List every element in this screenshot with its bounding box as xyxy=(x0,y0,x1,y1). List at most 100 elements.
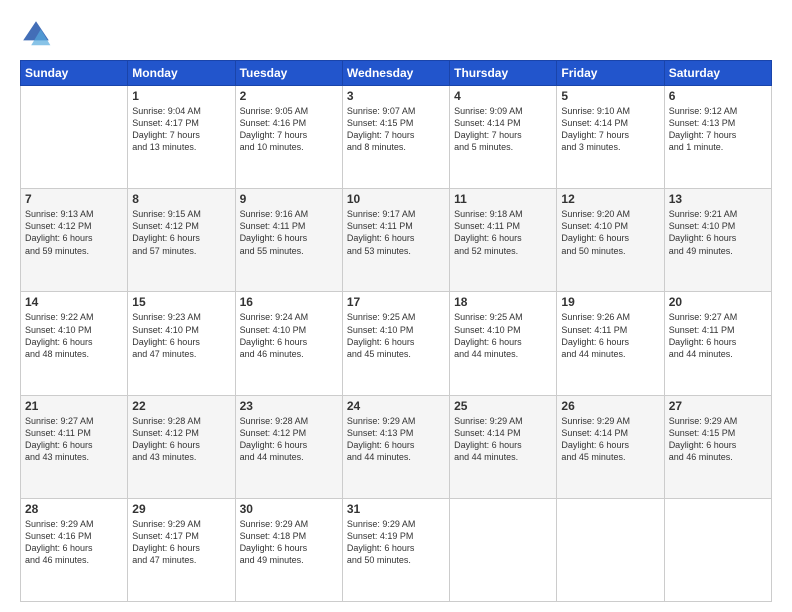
cell-info: Sunrise: 9:13 AM Sunset: 4:12 PM Dayligh… xyxy=(25,208,123,257)
day-number: 22 xyxy=(132,399,230,413)
day-number: 29 xyxy=(132,502,230,516)
calendar-cell: 6 Sunrise: 9:12 AM Sunset: 4:13 PM Daylig… xyxy=(664,86,771,189)
calendar-cell: 22Sunrise: 9:28 AM Sunset: 4:12 PM Dayli… xyxy=(128,395,235,498)
calendar-header-tuesday: Tuesday xyxy=(235,61,342,86)
day-number: 26 xyxy=(561,399,659,413)
cell-info: Sunrise: 9:29 AM Sunset: 4:13 PM Dayligh… xyxy=(347,415,445,464)
calendar-cell: 5 Sunrise: 9:10 AM Sunset: 4:14 PM Daylig… xyxy=(557,86,664,189)
calendar-week-row: 1 Sunrise: 9:04 AM Sunset: 4:17 PM Daylig… xyxy=(21,86,772,189)
cell-info: Sunrise: 9:18 AM Sunset: 4:11 PM Dayligh… xyxy=(454,208,552,257)
cell-info: Sunrise: 9:25 AM Sunset: 4:10 PM Dayligh… xyxy=(347,311,445,360)
cell-info: Sunrise: 9:29 AM Sunset: 4:14 PM Dayligh… xyxy=(454,415,552,464)
cell-info: Sunrise: 9:29 AM Sunset: 4:18 PM Dayligh… xyxy=(240,518,338,567)
calendar-cell: 30Sunrise: 9:29 AM Sunset: 4:18 PM Dayli… xyxy=(235,498,342,601)
calendar-cell: 23 Sunrise: 9:28 AM Sunset: 4:12 PM Dayli… xyxy=(235,395,342,498)
calendar-cell xyxy=(450,498,557,601)
cell-info: Sunrise: 9:29 AM Sunset: 4:15 PM Dayligh… xyxy=(669,415,767,464)
day-number: 5 xyxy=(561,89,659,103)
calendar-cell: 29Sunrise: 9:29 AM Sunset: 4:17 PM Dayli… xyxy=(128,498,235,601)
cell-info: Sunrise: 9:07 AM Sunset: 4:15 PM Dayligh… xyxy=(347,105,445,154)
day-number: 12 xyxy=(561,192,659,206)
cell-info: Sunrise: 9:24 AM Sunset: 4:10 PM Dayligh… xyxy=(240,311,338,360)
calendar-cell: 19Sunrise: 9:26 AM Sunset: 4:11 PM Dayli… xyxy=(557,292,664,395)
day-number: 6 xyxy=(669,89,767,103)
cell-info: Sunrise: 9:09 AM Sunset: 4:14 PM Dayligh… xyxy=(454,105,552,154)
calendar-cell: 18 Sunrise: 9:25 AM Sunset: 4:10 PM Dayli… xyxy=(450,292,557,395)
day-number: 17 xyxy=(347,295,445,309)
day-number: 4 xyxy=(454,89,552,103)
day-number: 9 xyxy=(240,192,338,206)
day-number: 24 xyxy=(347,399,445,413)
cell-info: Sunrise: 9:04 AM Sunset: 4:17 PM Dayligh… xyxy=(132,105,230,154)
cell-info: Sunrise: 9:26 AM Sunset: 4:11 PM Dayligh… xyxy=(561,311,659,360)
day-number: 25 xyxy=(454,399,552,413)
calendar-cell: 15 Sunrise: 9:23 AM Sunset: 4:10 PM Dayli… xyxy=(128,292,235,395)
cell-info: Sunrise: 9:20 AM Sunset: 4:10 PM Dayligh… xyxy=(561,208,659,257)
calendar-cell: 16 Sunrise: 9:24 AM Sunset: 4:10 PM Dayli… xyxy=(235,292,342,395)
calendar-week-row: 28 Sunrise: 9:29 AM Sunset: 4:16 PM Dayli… xyxy=(21,498,772,601)
calendar-cell: 2 Sunrise: 9:05 AM Sunset: 4:16 PM Daylig… xyxy=(235,86,342,189)
cell-info: Sunrise: 9:28 AM Sunset: 4:12 PM Dayligh… xyxy=(240,415,338,464)
cell-info: Sunrise: 9:25 AM Sunset: 4:10 PM Dayligh… xyxy=(454,311,552,360)
calendar-week-row: 14 Sunrise: 9:22 AM Sunset: 4:10 PM Dayli… xyxy=(21,292,772,395)
day-number: 11 xyxy=(454,192,552,206)
day-number: 7 xyxy=(25,192,123,206)
cell-info: Sunrise: 9:12 AM Sunset: 4:13 PM Dayligh… xyxy=(669,105,767,154)
cell-info: Sunrise: 9:23 AM Sunset: 4:10 PM Dayligh… xyxy=(132,311,230,360)
page: SundayMondayTuesdayWednesdayThursdayFrid… xyxy=(0,0,792,612)
calendar-cell: 25 Sunrise: 9:29 AM Sunset: 4:14 PM Dayli… xyxy=(450,395,557,498)
day-number: 28 xyxy=(25,502,123,516)
calendar-header-wednesday: Wednesday xyxy=(342,61,449,86)
day-number: 27 xyxy=(669,399,767,413)
day-number: 14 xyxy=(25,295,123,309)
calendar-week-row: 7 Sunrise: 9:13 AM Sunset: 4:12 PM Daylig… xyxy=(21,189,772,292)
calendar-cell: 13Sunrise: 9:21 AM Sunset: 4:10 PM Dayli… xyxy=(664,189,771,292)
calendar-cell: 24 Sunrise: 9:29 AM Sunset: 4:13 PM Dayli… xyxy=(342,395,449,498)
day-number: 23 xyxy=(240,399,338,413)
cell-info: Sunrise: 9:27 AM Sunset: 4:11 PM Dayligh… xyxy=(25,415,123,464)
day-number: 1 xyxy=(132,89,230,103)
logo xyxy=(20,18,56,50)
cell-info: Sunrise: 9:16 AM Sunset: 4:11 PM Dayligh… xyxy=(240,208,338,257)
calendar-header-row: SundayMondayTuesdayWednesdayThursdayFrid… xyxy=(21,61,772,86)
calendar-cell: 21 Sunrise: 9:27 AM Sunset: 4:11 PM Dayli… xyxy=(21,395,128,498)
day-number: 15 xyxy=(132,295,230,309)
cell-info: Sunrise: 9:17 AM Sunset: 4:11 PM Dayligh… xyxy=(347,208,445,257)
calendar-cell: 27 Sunrise: 9:29 AM Sunset: 4:15 PM Dayli… xyxy=(664,395,771,498)
cell-info: Sunrise: 9:05 AM Sunset: 4:16 PM Dayligh… xyxy=(240,105,338,154)
calendar-cell: 4 Sunrise: 9:09 AM Sunset: 4:14 PM Daylig… xyxy=(450,86,557,189)
logo-icon xyxy=(20,18,52,50)
calendar-header-sunday: Sunday xyxy=(21,61,128,86)
day-number: 31 xyxy=(347,502,445,516)
day-number: 21 xyxy=(25,399,123,413)
day-number: 20 xyxy=(669,295,767,309)
calendar-cell: 12 Sunrise: 9:20 AM Sunset: 4:10 PM Dayli… xyxy=(557,189,664,292)
calendar-header-friday: Friday xyxy=(557,61,664,86)
cell-info: Sunrise: 9:22 AM Sunset: 4:10 PM Dayligh… xyxy=(25,311,123,360)
day-number: 16 xyxy=(240,295,338,309)
calendar-cell xyxy=(21,86,128,189)
day-number: 18 xyxy=(454,295,552,309)
cell-info: Sunrise: 9:29 AM Sunset: 4:14 PM Dayligh… xyxy=(561,415,659,464)
day-number: 3 xyxy=(347,89,445,103)
calendar-header-saturday: Saturday xyxy=(664,61,771,86)
calendar-header-thursday: Thursday xyxy=(450,61,557,86)
cell-info: Sunrise: 9:10 AM Sunset: 4:14 PM Dayligh… xyxy=(561,105,659,154)
calendar-cell: 14 Sunrise: 9:22 AM Sunset: 4:10 PM Dayli… xyxy=(21,292,128,395)
calendar-cell: 7 Sunrise: 9:13 AM Sunset: 4:12 PM Daylig… xyxy=(21,189,128,292)
cell-info: Sunrise: 9:27 AM Sunset: 4:11 PM Dayligh… xyxy=(669,311,767,360)
cell-info: Sunrise: 9:21 AM Sunset: 4:10 PM Dayligh… xyxy=(669,208,767,257)
day-number: 8 xyxy=(132,192,230,206)
calendar-cell: 31 Sunrise: 9:29 AM Sunset: 4:19 PM Dayli… xyxy=(342,498,449,601)
calendar-cell: 8 Sunrise: 9:15 AM Sunset: 4:12 PM Daylig… xyxy=(128,189,235,292)
cell-info: Sunrise: 9:29 AM Sunset: 4:16 PM Dayligh… xyxy=(25,518,123,567)
calendar-cell xyxy=(664,498,771,601)
calendar-cell: 10Sunrise: 9:17 AM Sunset: 4:11 PM Dayli… xyxy=(342,189,449,292)
calendar-header-monday: Monday xyxy=(128,61,235,86)
day-number: 2 xyxy=(240,89,338,103)
calendar-cell: 20 Sunrise: 9:27 AM Sunset: 4:11 PM Dayli… xyxy=(664,292,771,395)
calendar-cell: 3 Sunrise: 9:07 AM Sunset: 4:15 PM Daylig… xyxy=(342,86,449,189)
cell-info: Sunrise: 9:15 AM Sunset: 4:12 PM Dayligh… xyxy=(132,208,230,257)
calendar-cell xyxy=(557,498,664,601)
cell-info: Sunrise: 9:29 AM Sunset: 4:19 PM Dayligh… xyxy=(347,518,445,567)
